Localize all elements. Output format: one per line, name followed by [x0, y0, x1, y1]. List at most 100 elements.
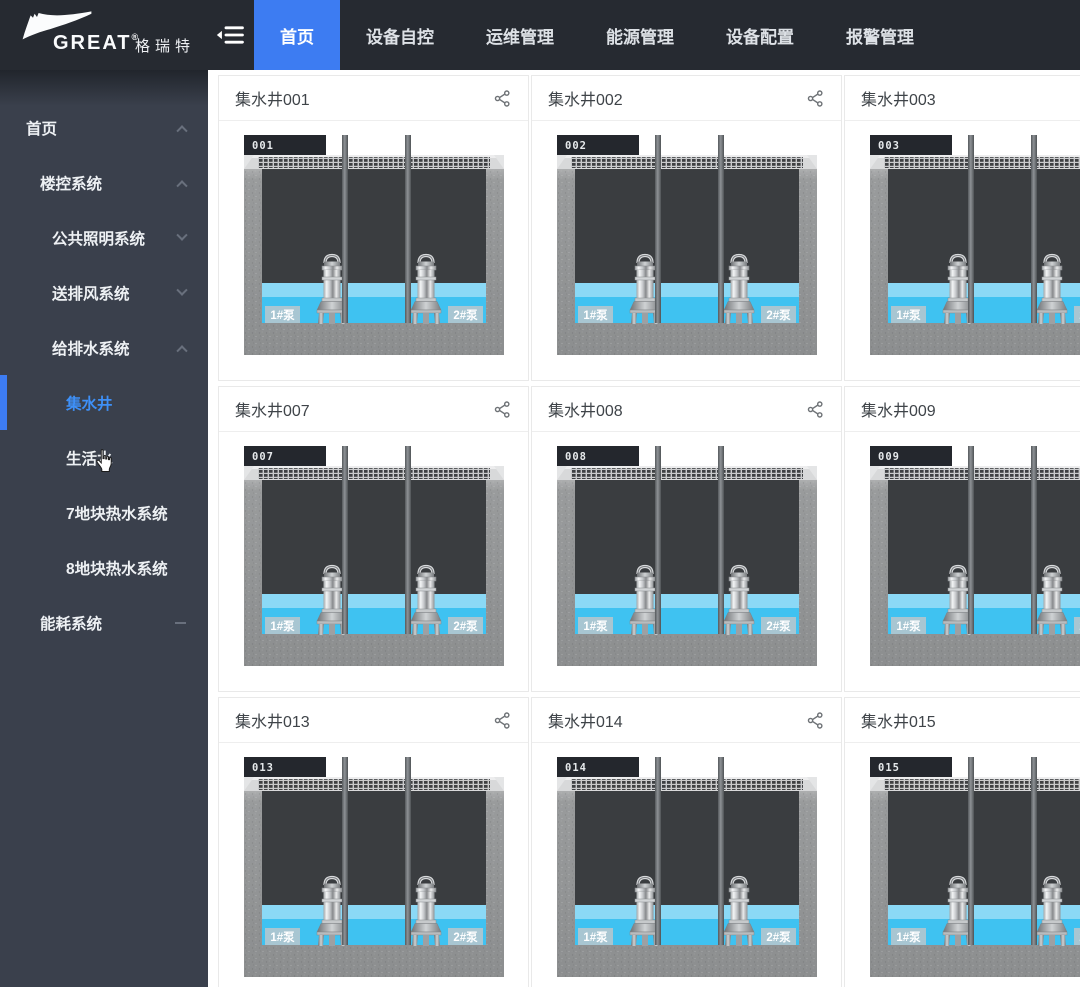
card-body: 1#泵 2#泵 015 — [845, 743, 1080, 987]
well-pit — [575, 480, 799, 594]
card-body: 1#泵 2#泵 009 — [845, 432, 1080, 691]
chevron-down-icon — [176, 284, 187, 295]
brand-name-cn: 格瑞特 — [135, 35, 195, 56]
pump2-label: 2#泵 — [766, 931, 791, 944]
sump-well-card: 集水井014 — [531, 697, 842, 987]
sump-well-diagram: 1#泵 2#泵 007 — [244, 446, 504, 666]
card-title: 集水井014 — [548, 708, 623, 732]
sidebar: 首页楼控系统公共照明系统送排风系统给排水系统集水井生活水7地块热水系统 8地块热水… — [0, 70, 208, 987]
top-navbar: GREAT® 格瑞特 首页设备自控运维管理能源管理设备配置报警管理 — [0, 0, 1080, 70]
card-header: 集水井002 — [532, 76, 841, 121]
card-body: 1#泵 2#泵 008 — [532, 432, 841, 691]
share-icon — [493, 400, 512, 419]
sump-well-diagram: 1#泵 2#泵 001 — [244, 135, 504, 355]
nav-item-operations-management[interactable]: 运维管理 — [460, 0, 580, 70]
share-button[interactable] — [805, 88, 825, 108]
sump-well-card: 集水井003 — [844, 75, 1080, 381]
sidebar-item-supply-exhaust-air-system[interactable]: 送排风系统 — [0, 265, 208, 320]
brand-name: GREAT® — [53, 32, 138, 55]
sidebar-item-label: 集水井 — [66, 392, 186, 414]
sidebar-item-public-lighting-system[interactable]: 公共照明系统 — [0, 210, 208, 265]
card-title: 集水井001 — [235, 86, 310, 110]
pump2-label: 2#泵 — [453, 620, 478, 633]
nav-item-energy-management[interactable]: 能源管理 — [580, 0, 700, 70]
card-grid: 集水井001 — [208, 70, 1080, 987]
sump-well-diagram: 1#泵 2#泵 002 — [557, 135, 817, 355]
sump-well-card: 集水井001 — [218, 75, 529, 381]
share-button[interactable] — [492, 399, 512, 419]
well-grate — [884, 157, 1080, 168]
well-grate — [571, 468, 803, 479]
dash-icon — [175, 622, 186, 624]
pump2-label: 2#泵 — [453, 309, 478, 322]
card-title: 集水井008 — [548, 397, 623, 421]
well-grate — [258, 468, 490, 479]
water-surface — [575, 283, 799, 297]
water-surface — [575, 905, 799, 919]
sump-well-diagram: 1#泵 2#泵 008 — [557, 446, 817, 666]
well-tag-text: 014 — [565, 762, 587, 774]
sidebar-item-sump-well[interactable]: 集水井 — [0, 375, 208, 430]
chevron-up-icon — [176, 180, 187, 191]
well-grate — [884, 779, 1080, 790]
card-body: 1#泵 2#泵 014 — [532, 743, 841, 987]
chevron-down-icon — [176, 229, 187, 240]
pump1-label: 1#泵 — [270, 620, 295, 633]
pump2-label: 2#泵 — [766, 620, 791, 633]
well-tag-text: 008 — [565, 451, 587, 463]
card-title: 集水井003 — [861, 86, 936, 110]
app-root: GREAT® 格瑞特 首页设备自控运维管理能源管理设备配置报警管理 首页楼控系统… — [0, 0, 1080, 987]
well-tag-text: 013 — [252, 762, 274, 774]
card-header: 集水井003 — [845, 76, 1080, 121]
sidebar-item-water-supply-drainage-system[interactable]: 给排水系统 — [0, 320, 208, 375]
share-button[interactable] — [805, 399, 825, 419]
pump1-label: 1#泵 — [270, 931, 295, 944]
sidebar-item-label: 首页 — [26, 117, 178, 139]
share-button[interactable] — [805, 710, 825, 730]
pump1-label: 1#泵 — [583, 931, 608, 944]
well-pit — [262, 169, 486, 283]
share-icon — [806, 711, 825, 730]
pump1-label: 1#泵 — [896, 620, 921, 633]
sidebar-item-label: 8地块热水系统 — [66, 557, 186, 579]
card-header: 集水井013 — [219, 698, 528, 743]
sidebar-item-domestic-water[interactable]: 生活水 — [0, 430, 208, 485]
share-icon — [806, 89, 825, 108]
sidebar-collapse-button[interactable] — [208, 0, 254, 70]
nav-item-equipment-auto-control[interactable]: 设备自控 — [340, 0, 460, 70]
chevron-up-icon — [176, 125, 187, 136]
share-icon — [806, 400, 825, 419]
top-nav: 首页设备自控运维管理能源管理设备配置报警管理 — [254, 0, 940, 70]
nav-item-equipment-config[interactable]: 设备配置 — [700, 0, 820, 70]
card-header: 集水井001 — [219, 76, 528, 121]
nav-item-alarm-management[interactable]: 报警管理 — [820, 0, 940, 70]
share-icon — [493, 89, 512, 108]
sump-well-card: 集水井007 — [218, 386, 529, 692]
sidebar-item-plot8-hot-water-system[interactable]: 8地块热水系统 — [0, 540, 208, 595]
share-button[interactable] — [492, 88, 512, 108]
sidebar-item-energy-consumption-system[interactable]: 能耗系统 — [0, 595, 208, 650]
well-pit — [575, 169, 799, 283]
well-tag-text: 001 — [252, 140, 274, 152]
card-header: 集水井008 — [532, 387, 841, 432]
well-pit — [262, 480, 486, 594]
sump-well-diagram: 1#泵 2#泵 003 — [870, 135, 1080, 355]
sump-well-card: 集水井013 — [218, 697, 529, 987]
well-tag-text: 009 — [878, 451, 900, 463]
share-button[interactable] — [492, 710, 512, 730]
content-area: 集水井001 — [208, 70, 1080, 987]
well-grate — [258, 779, 490, 790]
sidebar-item-label: 给排水系统 — [52, 337, 178, 359]
card-body: 1#泵 2#泵 001 — [219, 121, 528, 380]
well-grate — [571, 157, 803, 168]
sidebar-item-building-control-system[interactable]: 楼控系统 — [0, 155, 208, 210]
pump1-label: 1#泵 — [896, 309, 921, 322]
sidebar-item-home[interactable]: 首页 — [0, 100, 208, 155]
sump-well-diagram: 1#泵 2#泵 015 — [870, 757, 1080, 977]
well-tag-text: 003 — [878, 140, 900, 152]
sidebar-item-label: 公共照明系统 — [52, 227, 178, 249]
sidebar-item-label: 送排风系统 — [52, 282, 178, 304]
sidebar-item-label: 楼控系统 — [40, 172, 178, 194]
sidebar-item-plot7-hot-water-system[interactable]: 7地块热水系统 — [0, 485, 208, 540]
nav-item-home[interactable]: 首页 — [254, 0, 340, 70]
